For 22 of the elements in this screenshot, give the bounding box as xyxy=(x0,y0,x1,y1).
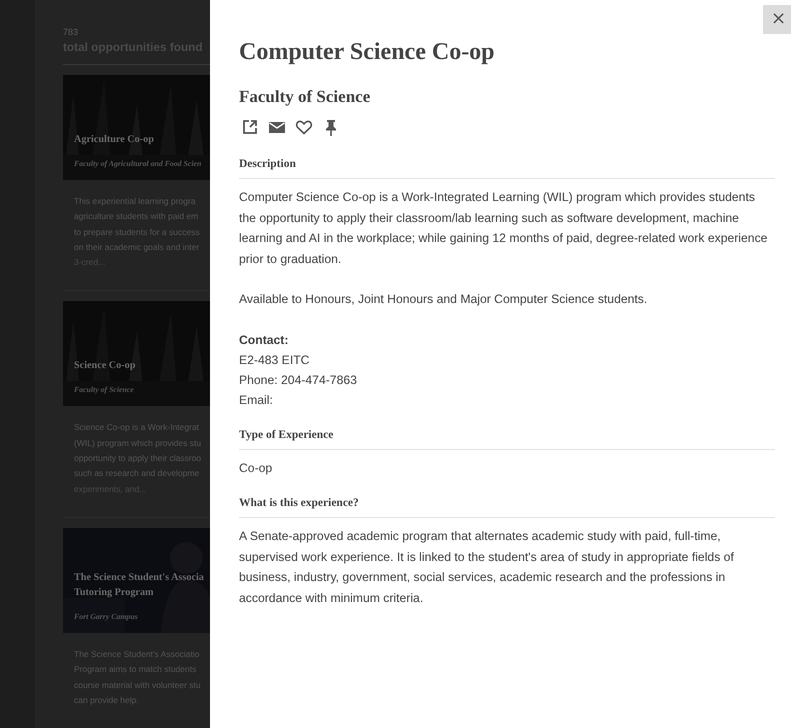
section-heading: Description xyxy=(239,156,775,179)
contact-line: Phone: 204-474-7863 xyxy=(239,372,357,388)
section-heading: Type of Experience xyxy=(239,426,775,450)
mail-icon[interactable] xyxy=(269,122,285,133)
section-text: Available to Honours, Joint Honours and Major Computer Science students. xyxy=(239,291,648,308)
contact-line: Email: xyxy=(239,392,273,408)
section-heading: What is this experience? xyxy=(239,495,775,518)
section-text: Computer Science Co-op is a Work-Integrated Learning (WIL) program which provides students the opportunity to apply their classroom/lab learning such as software development, machine learning and AI in the workplace; while gaining 12 months of paid, degree-related work experience prior to graduation. xyxy=(239,189,768,268)
close-button[interactable]: × xyxy=(763,5,791,34)
detail-title: Computer Science Co-op xyxy=(239,38,496,67)
section-text: Co-op xyxy=(239,460,274,476)
card-title[interactable]: The Science Student's Associa xyxy=(74,570,204,585)
section-text: A Senate-approved academic program that alternates academic study with paid, full-time, supervised work experience. It is linked to the student's area of study in appropriate fields of business, industry, government, social services, academic research and the professions in accordance with minimum criteria. xyxy=(239,528,735,606)
detail-subtitle: Faculty of Science xyxy=(239,86,372,108)
heart-icon[interactable] xyxy=(296,120,312,134)
card-title[interactable]: Tutoring Program xyxy=(74,584,154,600)
pin-icon[interactable] xyxy=(326,120,336,136)
contact-line: E2-483 EITC xyxy=(239,352,310,368)
contact-heading: Contact: xyxy=(239,332,288,348)
external-link-icon[interactable] xyxy=(243,120,257,134)
card-title[interactable]: Science Co-op xyxy=(74,358,136,374)
card-title[interactable]: Agriculture Co-op xyxy=(74,132,154,147)
